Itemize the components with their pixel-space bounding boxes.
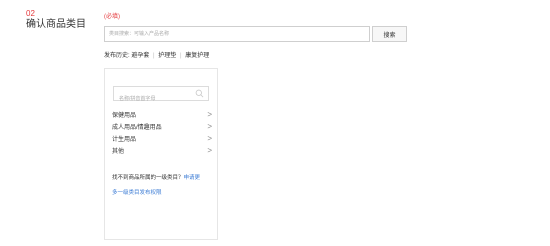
category-filter-input[interactable] [114,92,194,106]
category-item-label: 成人用品/情趣用品 [112,125,162,131]
chevron-right-icon: > [207,134,212,143]
chevron-right-icon: > [207,110,212,119]
no-category-hint: 找不到商品所属的一级类目？申请更 [112,174,200,182]
category-item-family-planning[interactable]: 计生用品 > [112,134,212,147]
category-permission-link[interactable]: 多一级类目发布权限 [112,189,162,197]
category-item-adult[interactable]: 成人用品/情趣用品 > [112,122,212,135]
step-title: 确认商品类目 [26,19,86,30]
no-category-text: 找不到商品所属的一级类目？ [112,175,184,181]
category-item-other[interactable]: 其他 > [112,146,212,159]
chevron-right-icon: > [207,146,212,155]
category-search-input[interactable] [104,26,370,42]
category-item-label: 其他 [112,149,125,155]
confirm-category-page: 02 确认商品类目 (必填) 搜索 发布历史: 避孕套 | 护理垫 | 康复护理… [0,0,550,246]
history-item-care-pad[interactable]: 护理垫 [158,53,176,59]
category-item-label: 计生用品 [112,137,137,143]
history-item-condom[interactable]: 避孕套 [131,53,149,59]
publish-history-label: 发布历史: [104,53,130,59]
category-list: 保健用品 > 成人用品/情趣用品 > 计生用品 > 其他 > [112,110,212,159]
chevron-right-icon: > [207,122,212,131]
category-item-health[interactable]: 保健用品 > [112,110,212,123]
apply-link[interactable]: 申请更 [184,175,201,181]
history-separator: | [179,53,182,59]
publish-history: 发布历史: 避孕套 | 护理垫 | 康复护理 [104,52,209,60]
category-panel: 保健用品 > 成人用品/情趣用品 > 计生用品 > 其他 > 找不到商品所属的一… [104,68,218,240]
category-item-label: 保健用品 [112,113,137,119]
panel-search-box [113,86,209,106]
required-label: (必填) [104,14,120,20]
search-icon[interactable] [195,89,204,98]
search-button[interactable]: 搜索 [372,26,407,42]
history-separator: | [153,53,155,59]
history-item-rehab-care[interactable]: 康复护理 [185,53,209,59]
